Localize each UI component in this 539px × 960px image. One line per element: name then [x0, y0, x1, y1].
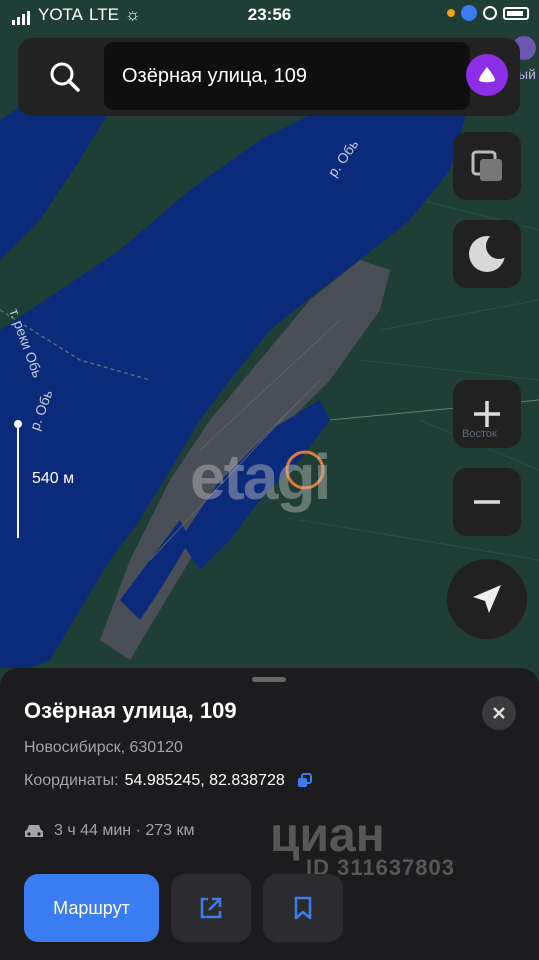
- minus-icon: [474, 500, 500, 504]
- scale-tick: [14, 420, 22, 428]
- route-info: 3 ч 44 мин · 273 км: [24, 822, 195, 840]
- place-card: Озёрная улица, 109 Новосибирск, 630120 К…: [0, 668, 539, 960]
- route-duration-distance: 3 ч 44 мин · 273 км: [54, 822, 195, 839]
- scale-label: 540 м: [32, 470, 75, 487]
- sheet-drag-handle[interactable]: [252, 677, 286, 682]
- search-icon[interactable]: [48, 60, 82, 94]
- layers-button[interactable]: [453, 132, 521, 200]
- route-button[interactable]: Маршрут: [24, 874, 159, 942]
- bookmark-button[interactable]: [263, 874, 343, 942]
- alice-icon: [479, 67, 495, 83]
- share-external-icon: [200, 897, 222, 919]
- bookmark-icon: [294, 896, 312, 920]
- place-address: Новосибирск, 630120: [24, 739, 183, 756]
- partial-map-label: ый: [518, 66, 536, 82]
- copy-icon[interactable]: [297, 773, 313, 789]
- close-button[interactable]: [482, 696, 516, 730]
- night-mode-button[interactable]: [453, 220, 521, 288]
- coordinates-row: Координаты: 54.985245, 82.838728: [24, 772, 313, 790]
- rotation-lock-icon: [483, 6, 497, 20]
- coordinates-value[interactable]: 54.985245, 82.838728: [125, 772, 285, 790]
- coordinates-label: Координаты:: [24, 772, 119, 789]
- navigation-arrow-icon: [473, 585, 501, 613]
- plus-icon: [474, 401, 500, 427]
- alice-voice-button[interactable]: [466, 54, 508, 96]
- recording-dot-icon: [447, 9, 455, 17]
- my-location-button[interactable]: [447, 559, 527, 639]
- map-label-east: Восток: [462, 428, 497, 440]
- zoom-out-button[interactable]: [453, 468, 521, 536]
- place-title: Озёрная улица, 109: [24, 698, 237, 723]
- battery-icon: [503, 6, 529, 20]
- status-bar: YOTA LTE ☼ 23:56: [0, 0, 539, 30]
- etagi-watermark: etagi: [190, 441, 331, 513]
- car-icon: [25, 825, 43, 837]
- search-bar: Озёрная улица, 109: [18, 38, 520, 116]
- layers-icon: [471, 150, 502, 181]
- location-arrow-icon: [461, 5, 477, 21]
- scale-line: [17, 428, 19, 538]
- search-input[interactable]: Озёрная улица, 109: [104, 42, 470, 110]
- share-button[interactable]: [171, 874, 251, 942]
- moon-icon: [469, 234, 507, 272]
- close-icon: [493, 707, 505, 719]
